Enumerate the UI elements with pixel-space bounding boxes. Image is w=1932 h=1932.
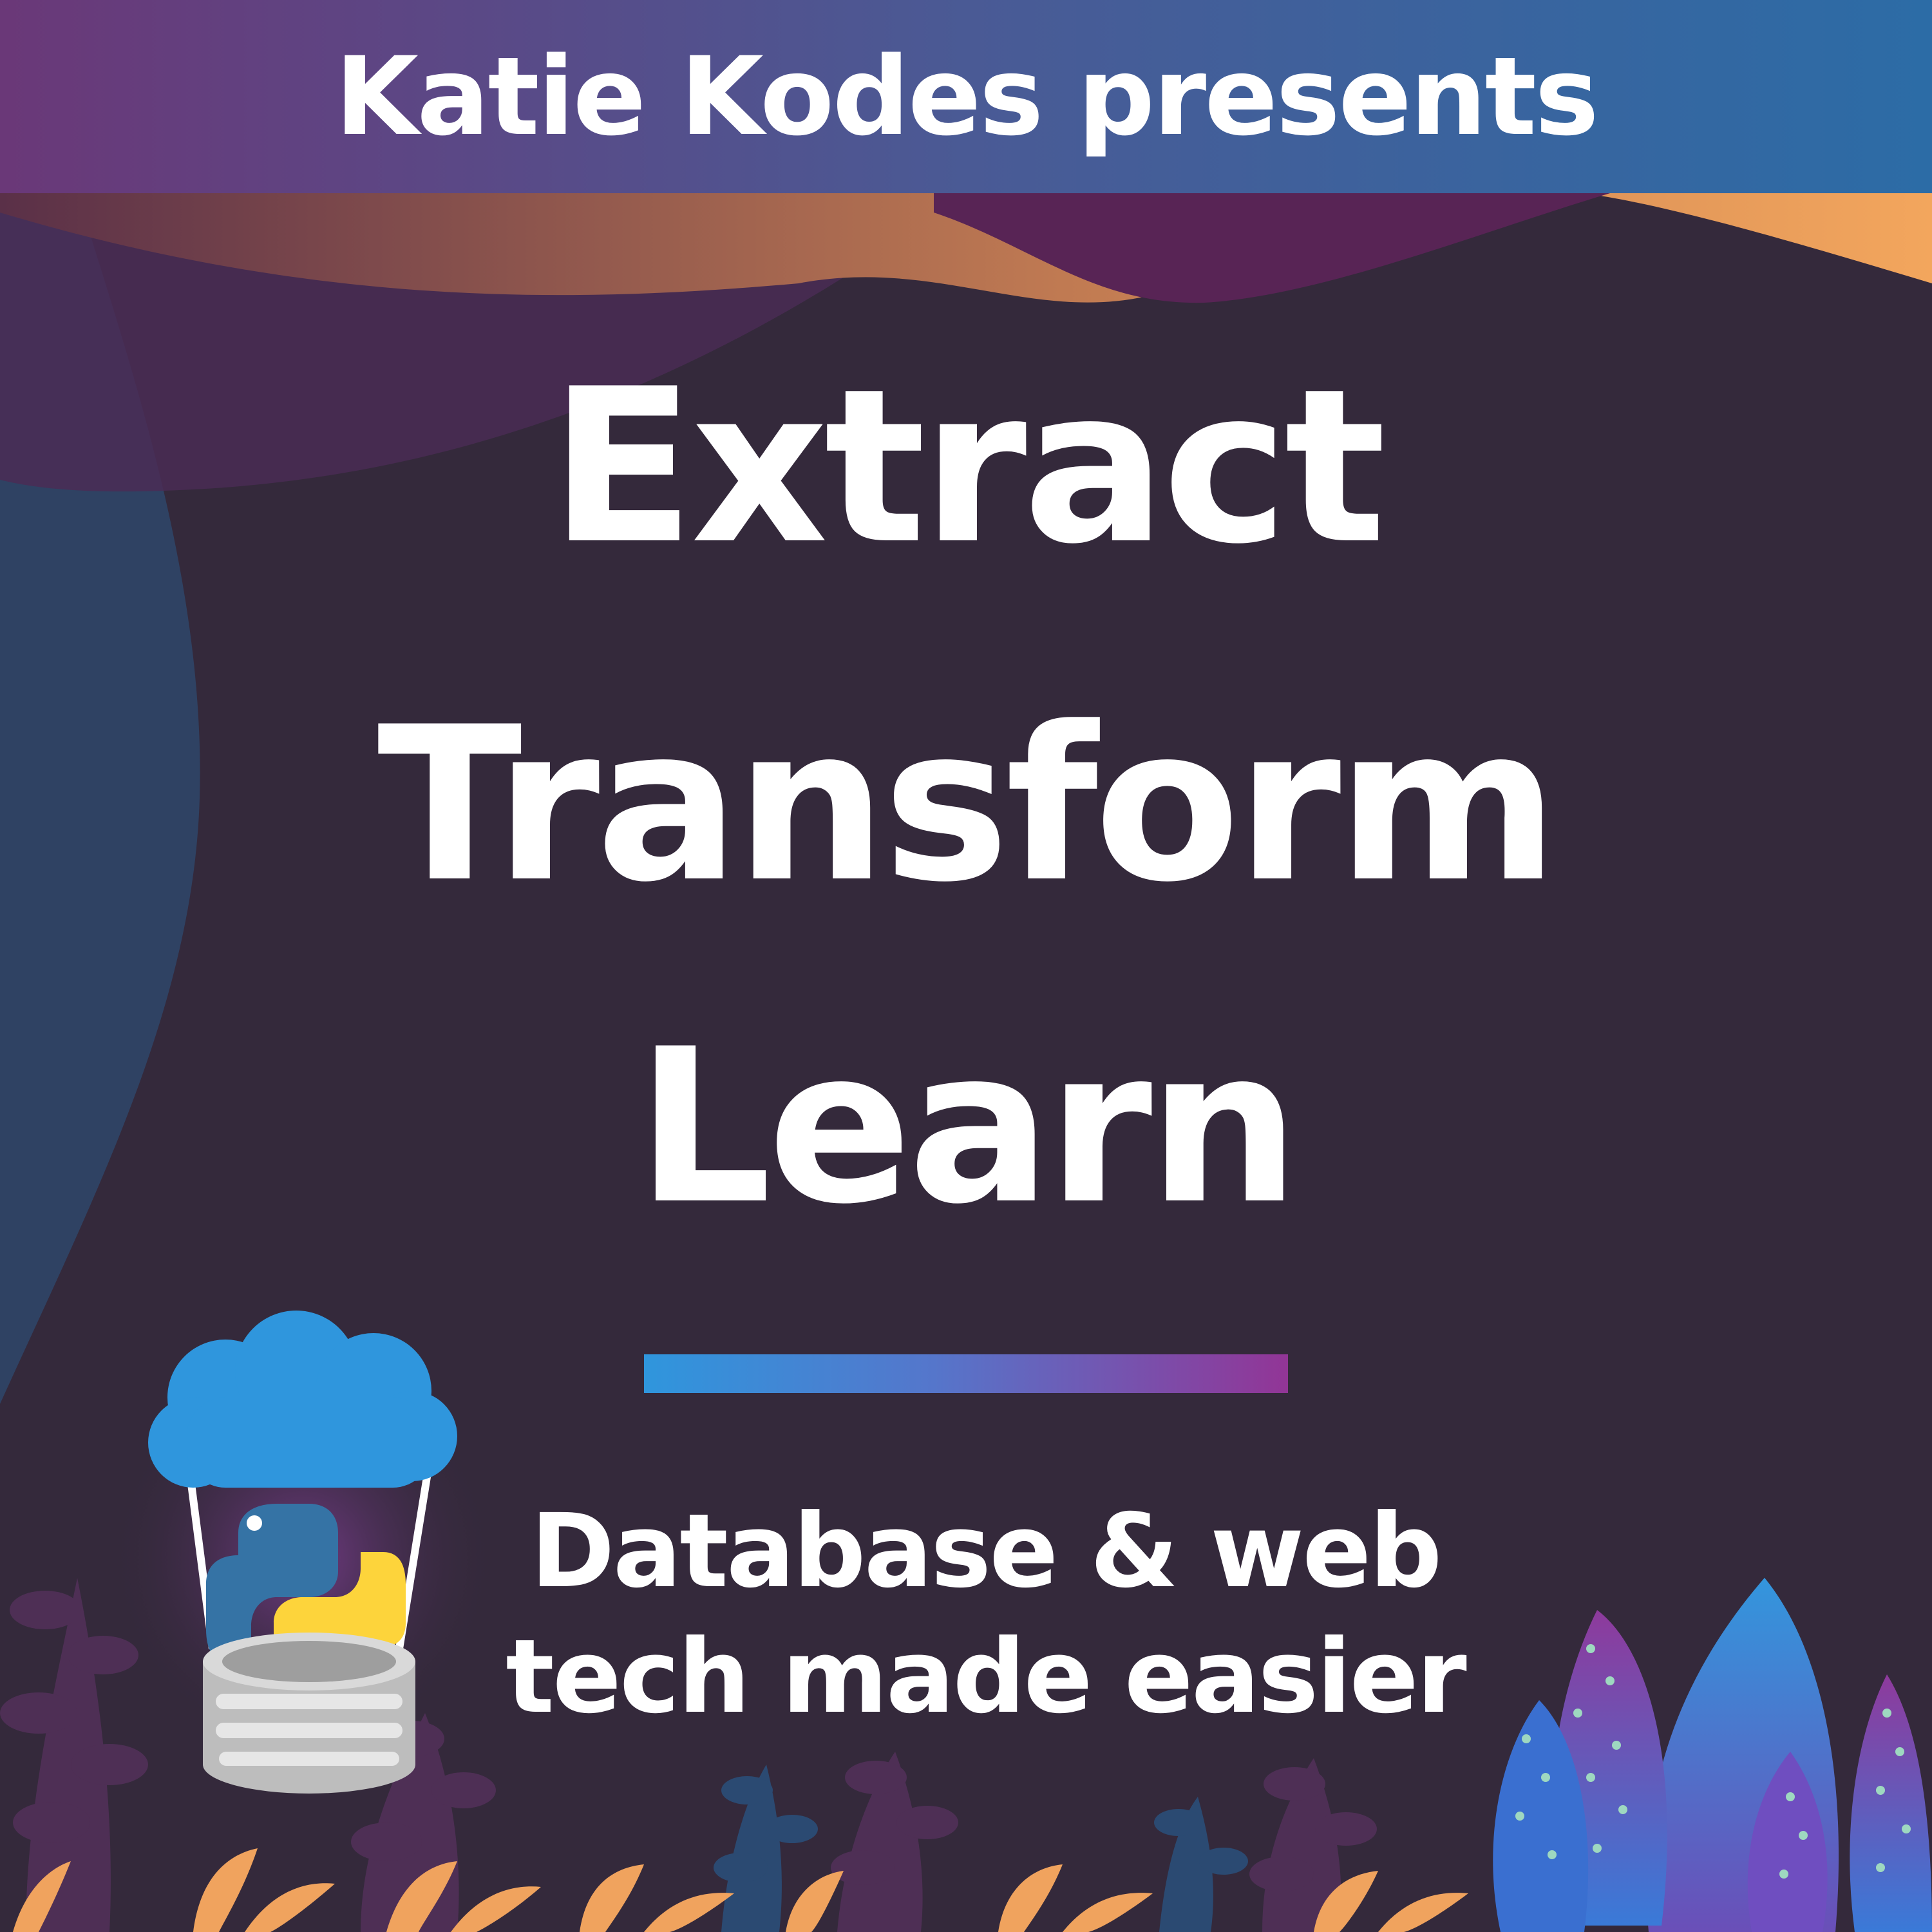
- cloud-balloon-database-icon: [148, 1311, 457, 1794]
- presenter-banner: Katie Kodes presents: [0, 0, 1932, 193]
- podcast-cover: Katie Kodes presents Extract Transform L…: [0, 0, 1932, 1932]
- database-icon: [203, 1633, 415, 1794]
- title-extract: Extract: [549, 343, 1387, 591]
- gradient-divider: [644, 1354, 1288, 1393]
- title-learn: Learn: [636, 1003, 1300, 1251]
- cloud-icon: [148, 1311, 457, 1488]
- title-transform: Transform: [377, 681, 1559, 929]
- presenter-text: Katie Kodes presents: [334, 33, 1599, 160]
